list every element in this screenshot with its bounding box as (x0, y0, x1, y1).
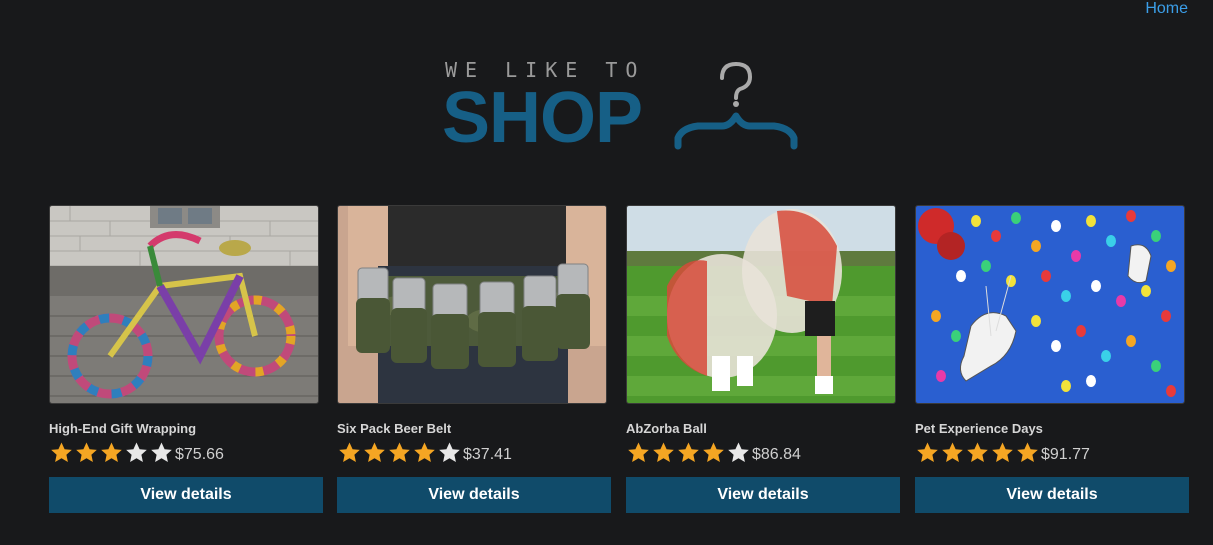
home-link[interactable]: Home (1145, 0, 1188, 17)
product-image[interactable] (49, 205, 319, 404)
view-details-button[interactable]: View details (626, 477, 900, 513)
star-empty-icon (151, 442, 172, 462)
product-name[interactable]: High-End Gift Wrapping (49, 420, 323, 438)
product-price: $75.66 (175, 446, 224, 463)
product-name[interactable]: AbZorba Ball (626, 420, 900, 438)
rating-stars (915, 441, 1040, 463)
star-filled-icon (628, 442, 649, 462)
product-meta: $91.77 (915, 438, 1189, 466)
site-logo[interactable]: WE LIKE TO SHOP (442, 58, 802, 158)
star-empty-icon (728, 442, 749, 462)
star-filled-icon (1017, 442, 1038, 462)
product-card: AbZorba Ball $86.84 View details (626, 205, 900, 513)
star-filled-icon (51, 442, 72, 462)
top-nav: Home (1145, 0, 1188, 18)
star-filled-icon (703, 442, 724, 462)
product-meta: $75.66 (49, 438, 323, 466)
star-filled-icon (414, 442, 435, 462)
star-filled-icon (942, 442, 963, 462)
star-filled-icon (678, 442, 699, 462)
view-details-button[interactable]: View details (49, 477, 323, 513)
star-filled-icon (967, 442, 988, 462)
product-meta: $37.41 (337, 438, 611, 466)
star-filled-icon (364, 442, 385, 462)
star-filled-icon (76, 442, 97, 462)
star-filled-icon (653, 442, 674, 462)
view-details-button[interactable]: View details (337, 477, 611, 513)
rating-stars (626, 441, 751, 463)
product-meta: $86.84 (626, 438, 900, 466)
product-card: Pet Experience Days $91.77 View details (915, 205, 1189, 513)
product-price: $37.41 (463, 446, 512, 463)
product-price: $86.84 (752, 446, 801, 463)
rating-stars (337, 441, 462, 463)
product-name[interactable]: Six Pack Beer Belt (337, 420, 611, 438)
product-image[interactable] (626, 205, 896, 404)
rating-stars (49, 441, 174, 463)
star-filled-icon (917, 442, 938, 462)
product-image[interactable] (337, 205, 607, 404)
product-price: $91.77 (1041, 446, 1090, 463)
view-details-button[interactable]: View details (915, 477, 1189, 513)
star-filled-icon (101, 442, 122, 462)
logo-wordmark: SHOP (442, 78, 643, 158)
star-empty-icon (126, 442, 147, 462)
product-name[interactable]: Pet Experience Days (915, 420, 1189, 438)
star-filled-icon (339, 442, 360, 462)
hanger-icon (674, 61, 798, 150)
star-filled-icon (389, 442, 410, 462)
product-card: High-End Gift Wrapping $75.66 View detai… (49, 205, 323, 513)
star-empty-icon (439, 442, 460, 462)
product-image[interactable] (915, 205, 1185, 404)
star-filled-icon (992, 442, 1013, 462)
product-card: Six Pack Beer Belt $37.41 View details (337, 205, 611, 513)
